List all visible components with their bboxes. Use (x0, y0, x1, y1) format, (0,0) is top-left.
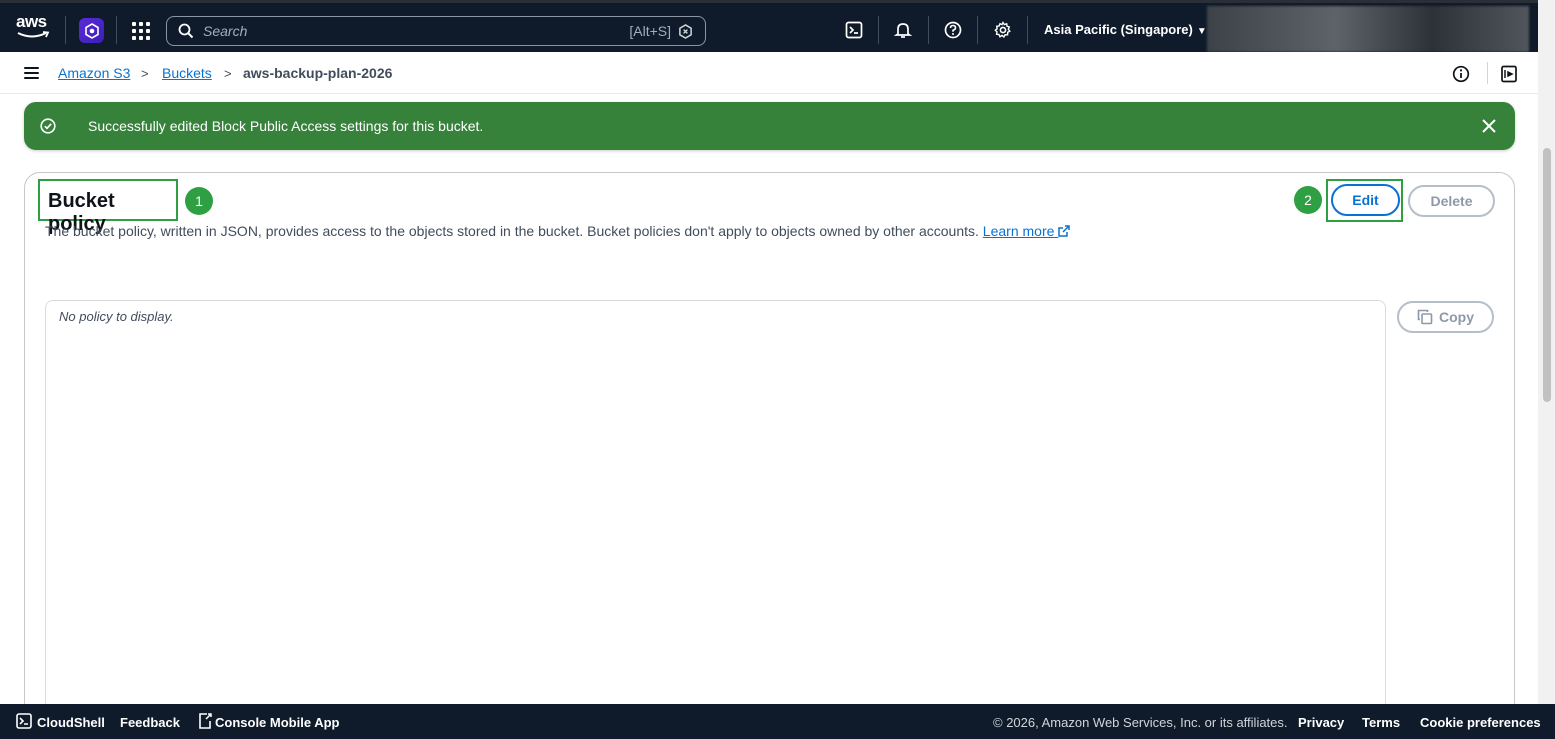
nav-divider (65, 16, 66, 44)
highlight-box-2: Edit (1326, 179, 1403, 222)
breadcrumb-current-bucket: aws-backup-plan-2026 (243, 65, 393, 81)
flash-message: Successfully edited Block Public Access … (88, 118, 484, 134)
footer-cloudshell[interactable]: CloudShell (37, 715, 105, 730)
chevron-right-icon: > (224, 66, 232, 81)
highlight-box-1: Bucket policy (38, 179, 178, 235)
shortcut-hex-icon (679, 24, 692, 39)
policy-viewer[interactable]: No policy to display. (45, 300, 1386, 720)
menu-hamburger-icon[interactable] (24, 67, 39, 79)
footer-mobile-app[interactable]: Console Mobile App (215, 715, 339, 730)
search-bar[interactable]: Search [Alt+S] (166, 16, 706, 46)
service-hex-icon[interactable] (79, 18, 104, 43)
description-text: The bucket policy, written in JSON, prov… (45, 223, 979, 239)
breadcrumb-buckets[interactable]: Buckets (162, 65, 212, 81)
help-icon[interactable] (944, 21, 962, 39)
aws-logo[interactable]: aws (16, 13, 50, 41)
footer-privacy[interactable]: Privacy (1298, 715, 1344, 730)
breadcrumb-bar: Amazon S3 > Buckets > aws-backup-plan-20… (0, 52, 1538, 94)
aws-smile-icon (17, 31, 50, 38)
learn-more-link[interactable]: Learn more (983, 223, 1071, 239)
nav-divider (1027, 16, 1028, 44)
empty-policy-text: No policy to display. (59, 309, 174, 324)
bell-icon[interactable] (894, 21, 912, 39)
panel-description: The bucket policy, written in JSON, prov… (45, 223, 1071, 239)
chevron-right-icon: > (141, 66, 149, 81)
footer-copyright: © 2026, Amazon Web Services, Inc. or its… (993, 715, 1288, 730)
close-icon[interactable] (1481, 118, 1497, 134)
scrollbar-top (1538, 0, 1555, 52)
footer-cookie-preferences[interactable]: Cookie preferences (1420, 715, 1541, 730)
info-icon[interactable] (1452, 65, 1470, 83)
scrollbar-thumb[interactable] (1543, 148, 1551, 402)
copy-icon (1417, 309, 1433, 325)
aws-logo-text: aws (16, 12, 47, 31)
console-footer: CloudShell Feedback Console Mobile App ©… (0, 704, 1555, 739)
nav-divider (116, 16, 117, 44)
cloudshell-icon[interactable] (845, 21, 863, 39)
vertical-scrollbar[interactable] (1538, 52, 1555, 704)
external-link-icon (1058, 225, 1071, 237)
annotation-badge-1: 1 (185, 187, 213, 215)
annotation-badge-2: 2 (1294, 186, 1322, 214)
nav-divider (977, 16, 978, 44)
region-label: Asia Pacific (Singapore) (1044, 22, 1193, 37)
search-icon (178, 23, 194, 39)
gear-icon[interactable] (994, 21, 1012, 39)
side-panel-icon[interactable] (1500, 65, 1518, 83)
breadcrumb-amazon-s3[interactable]: Amazon S3 (58, 65, 130, 81)
services-grid-icon[interactable] (132, 22, 150, 40)
nav-divider (928, 16, 929, 44)
edit-button[interactable]: Edit (1331, 184, 1400, 216)
nav-divider (878, 16, 879, 44)
copy-button[interactable]: Copy (1397, 301, 1494, 333)
check-circle-icon (40, 118, 56, 134)
mobile-app-icon (199, 713, 212, 729)
region-selector[interactable]: Asia Pacific (Singapore) ▼ (1044, 22, 1207, 37)
top-navigation: aws Search [Alt+S] Asia Pacific (Singapo… (0, 0, 1555, 52)
delete-button[interactable]: Delete (1408, 185, 1495, 217)
cloudshell-icon (16, 713, 32, 729)
copy-label: Copy (1439, 309, 1474, 325)
search-placeholder: Search (203, 23, 248, 39)
search-shortcut: [Alt+S] (629, 23, 671, 39)
success-flash: Successfully edited Block Public Access … (24, 102, 1515, 150)
footer-terms[interactable]: Terms (1362, 715, 1400, 730)
bucket-policy-panel: Bucket policy 1 The bucket policy, writt… (24, 172, 1515, 732)
toolbar-divider (1487, 62, 1488, 84)
account-menu-redacted[interactable] (1207, 6, 1529, 52)
footer-feedback[interactable]: Feedback (120, 715, 180, 730)
caret-down-icon: ▼ (1196, 26, 1207, 37)
